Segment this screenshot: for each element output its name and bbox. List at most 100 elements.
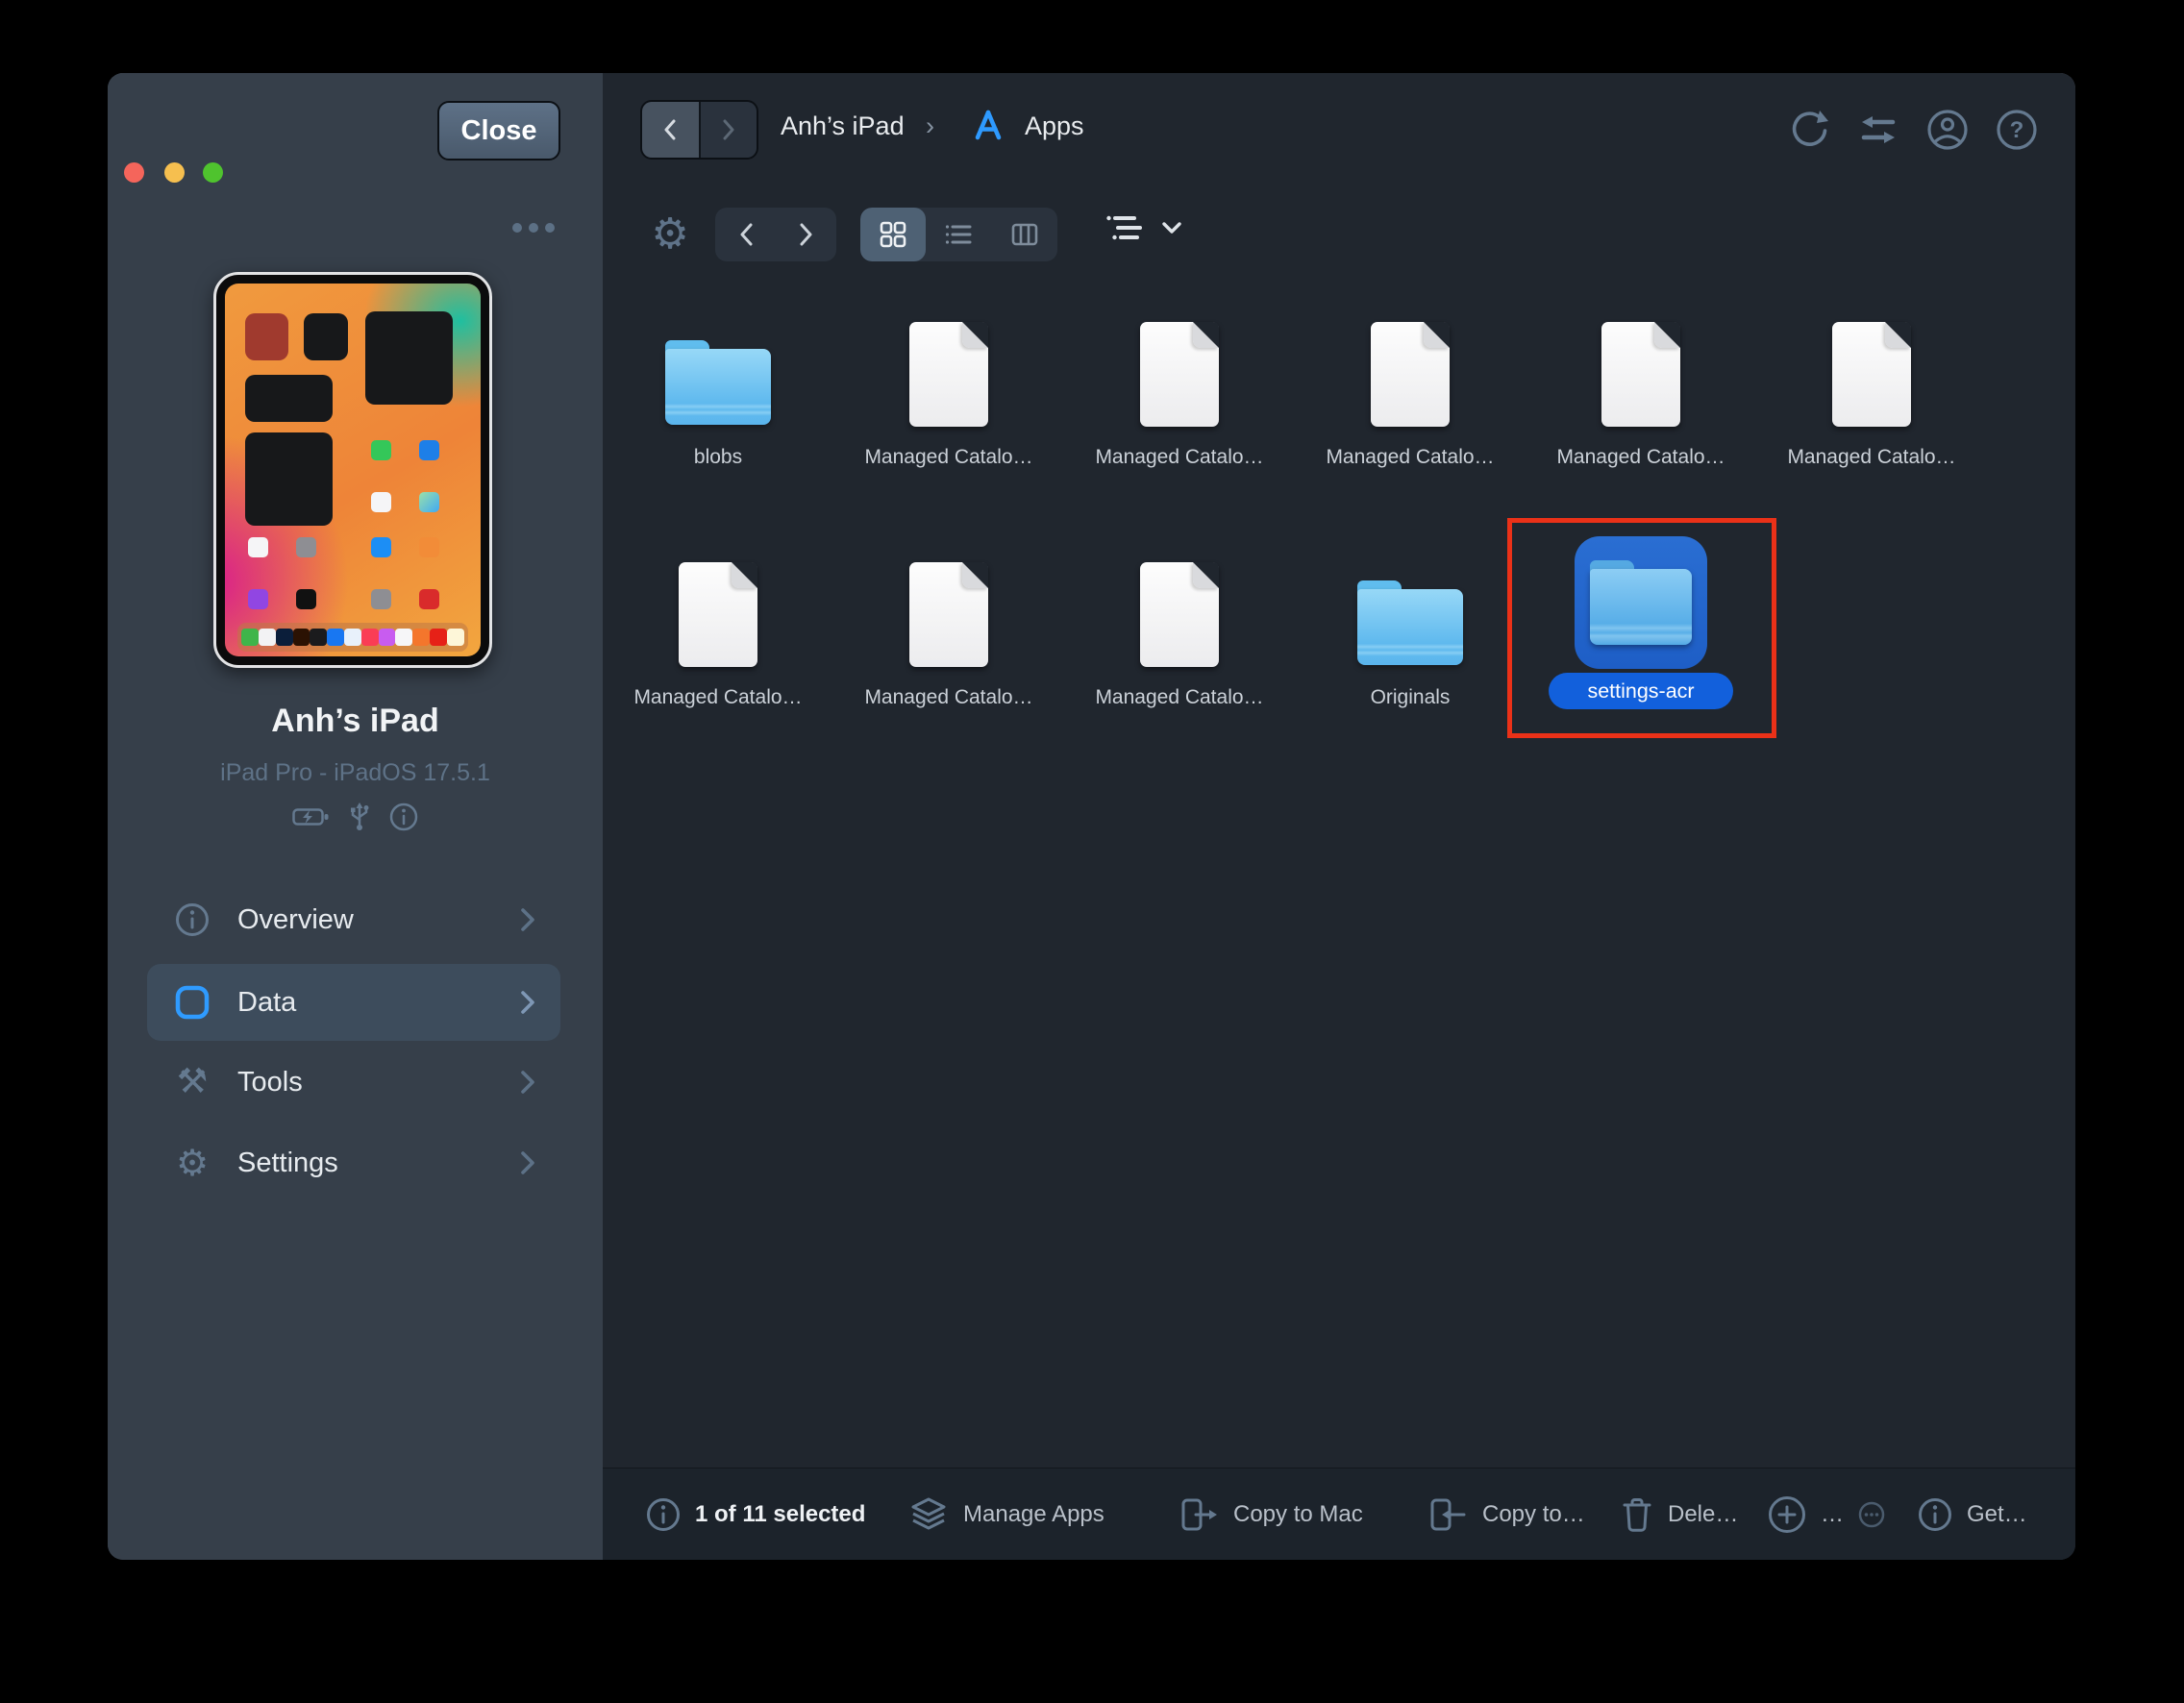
- delete-button[interactable]: Dele…: [1620, 1469, 1738, 1560]
- app-icon: [241, 629, 259, 646]
- layers-icon: [907, 1495, 950, 1534]
- action-label: Get…: [1967, 1501, 2027, 1528]
- app-icon: [395, 629, 412, 646]
- tools-icon: ⚒: [147, 1065, 237, 1099]
- transfer-arrows-icon[interactable]: [1856, 108, 1900, 152]
- action-label: Manage Apps: [963, 1501, 1104, 1528]
- device-manager-window: Close: [108, 73, 2075, 1560]
- window-close-traffic-light[interactable]: [124, 162, 144, 183]
- file-item[interactable]: Managed Catalo…: [833, 313, 1064, 469]
- info-icon[interactable]: [388, 802, 419, 832]
- app-icon: [419, 440, 439, 460]
- ipad-dock: [237, 623, 467, 652]
- chevron-right-icon: [520, 1150, 535, 1175]
- app-store-icon: [970, 108, 1006, 144]
- desktop-background: Close: [0, 0, 2184, 1703]
- sidebar-item-overview[interactable]: Overview: [147, 881, 560, 958]
- device-details: iPad Pro - iPadOS 17.5.1: [108, 759, 603, 787]
- selection-status: 1 of 11 selected: [645, 1469, 865, 1560]
- file-name: Managed Catalo…: [1095, 686, 1263, 709]
- device-status-row: [108, 802, 603, 832]
- dot-icon: [512, 223, 522, 233]
- app-icon: [419, 589, 439, 609]
- file-item[interactable]: blobs: [603, 313, 833, 469]
- file-item[interactable]: Managed Catalo…: [1064, 313, 1295, 469]
- app-icon: [248, 537, 268, 557]
- chevron-right-icon: [520, 907, 535, 932]
- file-item[interactable]: Managed Catalo…: [603, 536, 833, 709]
- ipad-screen-preview: [225, 284, 481, 656]
- sort-options-control[interactable]: [1105, 213, 1182, 242]
- copy-to-mac-button[interactable]: Copy to Mac: [1179, 1469, 1363, 1560]
- file-item[interactable]: Managed Catalo…: [1526, 313, 1756, 469]
- chevron-down-icon: [1161, 220, 1182, 235]
- sidebar-item-settings[interactable]: ⚙ Settings: [147, 1124, 560, 1201]
- ellipsis-circle-icon[interactable]: [1857, 1500, 1886, 1529]
- document-icon: [909, 562, 988, 667]
- list-view-button[interactable]: [926, 208, 991, 261]
- app-icon: [344, 629, 361, 646]
- back-button[interactable]: [642, 102, 699, 158]
- app-icon: [447, 629, 464, 646]
- action-label: Copy to…: [1482, 1501, 1585, 1528]
- document-icon: [909, 322, 988, 427]
- sidebar-item-data[interactable]: Data: [147, 964, 560, 1041]
- forward-button[interactable]: [699, 102, 757, 158]
- widget: [245, 432, 332, 526]
- close-button[interactable]: Close: [437, 101, 560, 160]
- document-icon: [1140, 322, 1219, 427]
- file-item[interactable]: Managed Catalo…: [1295, 313, 1526, 469]
- data-square-icon: [147, 984, 237, 1021]
- account-icon[interactable]: [1925, 108, 1970, 152]
- file-name: Managed Catalo…: [1095, 446, 1263, 469]
- app-icon: [379, 629, 396, 646]
- copy-to-device-button[interactable]: Copy to…: [1428, 1469, 1585, 1560]
- app-icon: [248, 589, 268, 609]
- info-circle-icon: [645, 1496, 682, 1533]
- nav-forward-button[interactable]: [776, 208, 836, 261]
- usb-icon: [348, 802, 371, 832]
- app-icon: [259, 629, 276, 646]
- help-icon[interactable]: ?: [1995, 108, 2039, 152]
- columns-view-button[interactable]: [992, 208, 1057, 261]
- app-icon: [327, 629, 344, 646]
- file-item[interactable]: Managed Catalo…: [833, 536, 1064, 709]
- window-minimize-traffic-light[interactable]: [164, 162, 185, 183]
- device-name: Anh’s iPad: [108, 703, 603, 740]
- gear-icon[interactable]: ⚙: [647, 211, 693, 258]
- breadcrumb-device[interactable]: Anh’s iPad: [781, 111, 905, 141]
- phone-import-icon: [1428, 1496, 1469, 1533]
- app-icon: [310, 629, 327, 646]
- document-icon: [1601, 322, 1680, 427]
- more-options-button[interactable]: [504, 215, 563, 240]
- app-icon: [361, 629, 379, 646]
- document-icon: [679, 562, 757, 667]
- view-switcher: [860, 208, 1057, 261]
- widget: [365, 311, 452, 405]
- sidebar-item-label: Tools: [237, 1067, 520, 1098]
- file-item[interactable]: Managed Catalo…: [1756, 313, 1987, 469]
- app-icon: [296, 537, 316, 557]
- breadcrumb-section[interactable]: Apps: [1025, 111, 1084, 141]
- refresh-icon[interactable]: [1787, 108, 1831, 152]
- manage-apps-button[interactable]: Manage Apps: [907, 1469, 1104, 1560]
- battery-charging-icon: [292, 806, 331, 827]
- app-icon: [276, 629, 293, 646]
- sidebar-item-tools[interactable]: ⚒ Tools: [147, 1044, 560, 1121]
- app-icon: [419, 492, 439, 512]
- main-content: Anh’s iPad › Apps: [603, 73, 2075, 1560]
- phone-export-icon: [1179, 1496, 1220, 1533]
- grid-view-button[interactable]: [860, 208, 926, 261]
- get-info-button[interactable]: Get…: [1917, 1469, 2027, 1560]
- nav-back-button[interactable]: [715, 208, 776, 261]
- add-button[interactable]: …: [1767, 1469, 1886, 1560]
- document-icon: [1371, 322, 1450, 427]
- document-icon: [1140, 562, 1219, 667]
- window-zoom-traffic-light[interactable]: [203, 162, 223, 183]
- file-name: Managed Catalo…: [1556, 446, 1725, 469]
- file-item[interactable]: Originals: [1295, 536, 1526, 709]
- trash-icon: [1620, 1495, 1654, 1534]
- device-preview-frame: [213, 272, 492, 668]
- widget: [245, 313, 288, 360]
- file-item[interactable]: Managed Catalo…: [1064, 536, 1295, 709]
